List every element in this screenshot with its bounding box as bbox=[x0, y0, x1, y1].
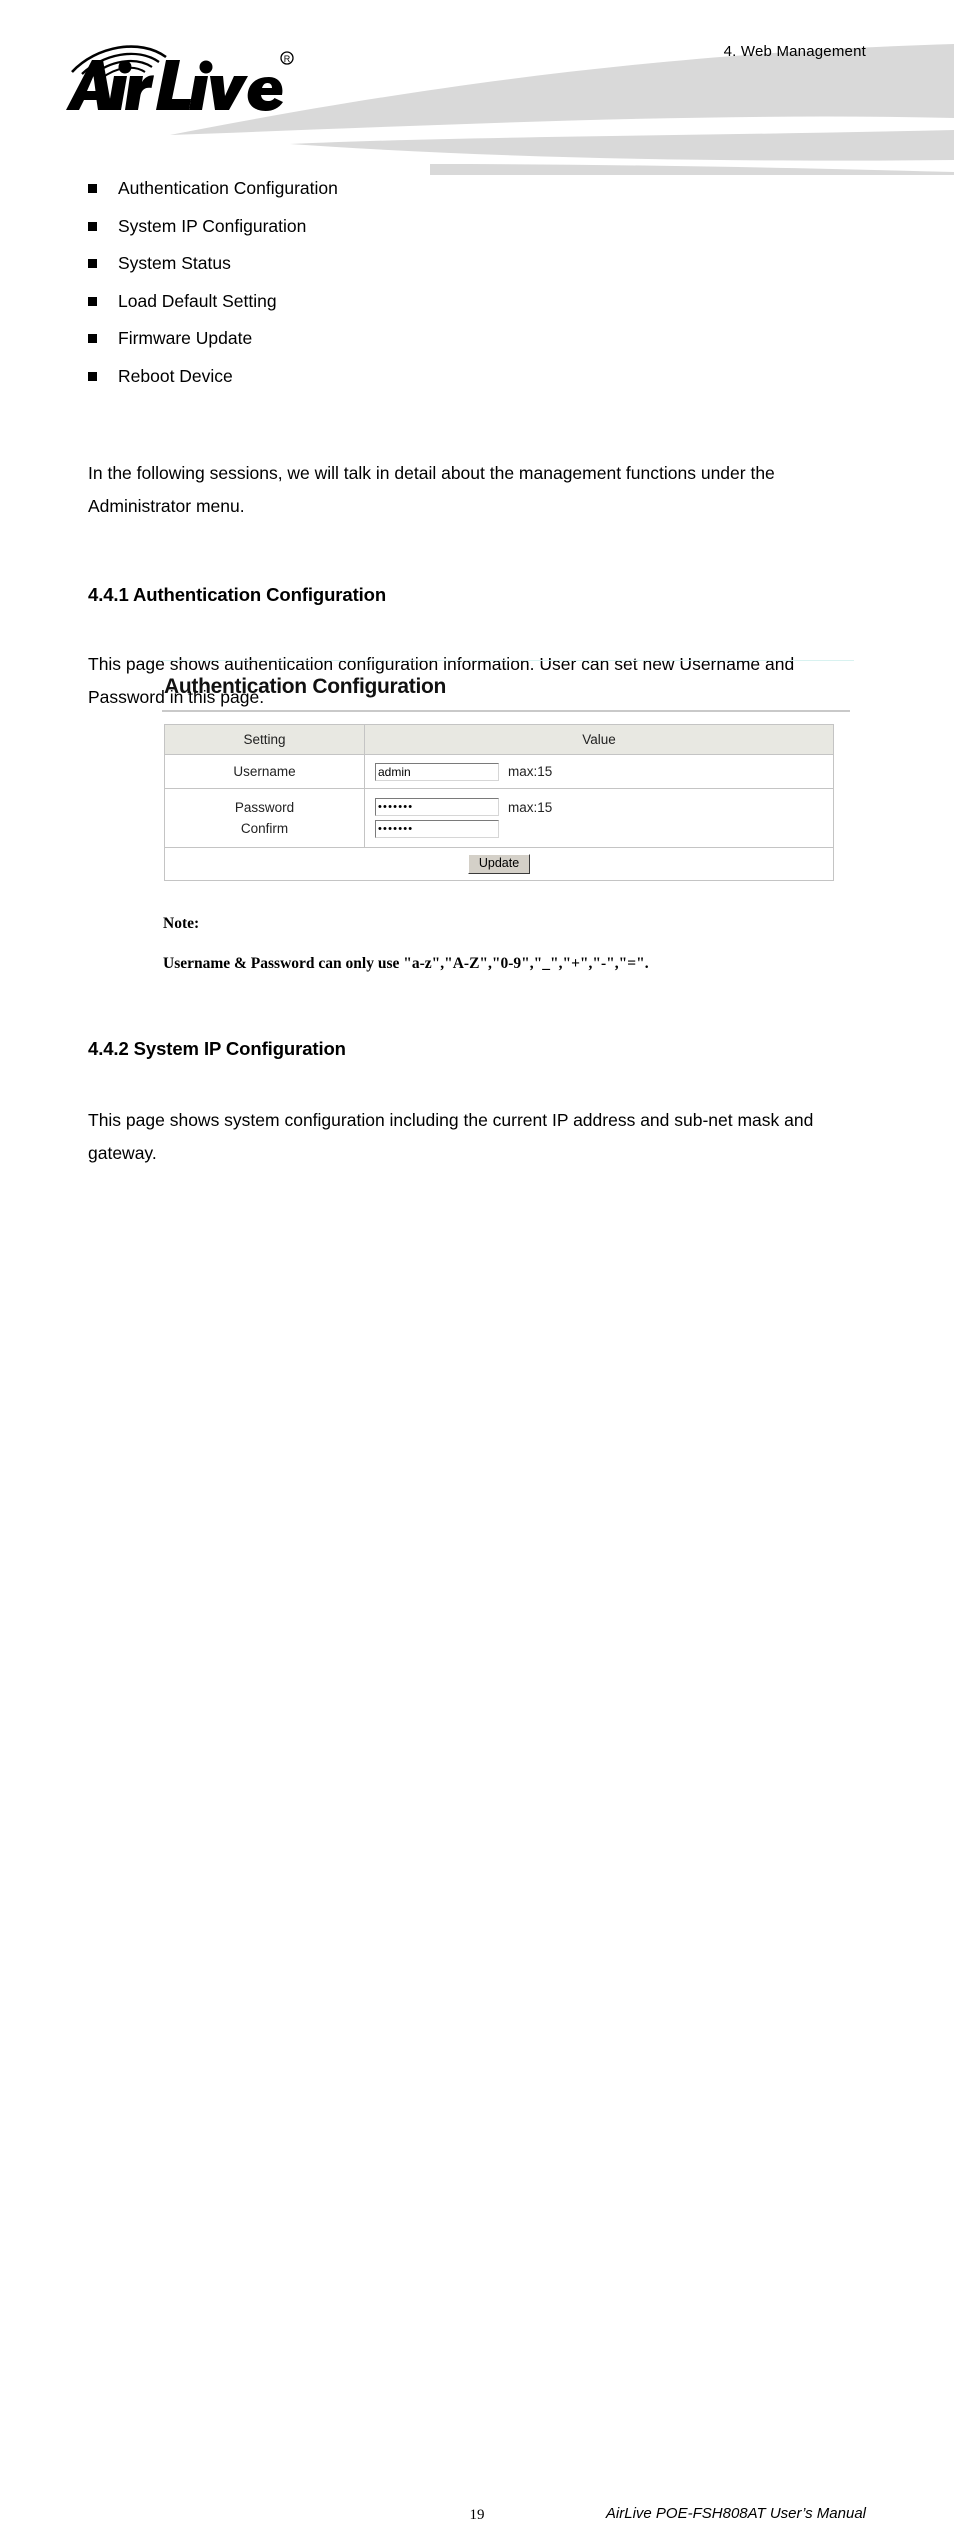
square-bullet-icon bbox=[88, 184, 97, 193]
note-block: Note: Username & Password can only use "… bbox=[163, 915, 649, 973]
square-bullet-icon bbox=[88, 221, 97, 231]
update-button[interactable]: Update bbox=[467, 854, 531, 874]
list-item: Load Default Setting bbox=[0, 283, 954, 321]
square-bullet-icon bbox=[88, 371, 97, 381]
list-item-label: System Status bbox=[118, 253, 231, 273]
value-cell-password: max:15 bbox=[364, 788, 834, 848]
list-item-label: System IP Configuration bbox=[118, 215, 307, 236]
authentication-config-table: Setting Value Username max:15 Password C… bbox=[164, 724, 834, 881]
setting-label-password-confirm: Password Confirm bbox=[164, 788, 365, 848]
username-field-line: max:15 bbox=[375, 762, 833, 781]
setting-label-confirm: Confirm bbox=[240, 821, 289, 836]
list-item-label: Firmware Update bbox=[118, 328, 253, 348]
password-max-note: max:15 bbox=[508, 799, 553, 815]
figure-top-divider bbox=[160, 660, 854, 661]
airlive-logo: R bbox=[66, 45, 294, 111]
list-item-label: Reboot Device bbox=[118, 365, 233, 386]
square-bullet-icon bbox=[88, 296, 97, 306]
page-footer: 19 AirLive POE-FSH808AT User’s Manual bbox=[0, 1250, 954, 2523]
manual-title: AirLive POE-FSH808AT User’s Manual bbox=[605, 2505, 866, 2522]
section-heading-441: 4.4.1 Authentication Configuration bbox=[88, 584, 387, 605]
embedded-ui-title: Authentication Configuration bbox=[164, 675, 447, 698]
value-cell-username: max:15 bbox=[364, 754, 834, 789]
page-header: R 4. Web Management bbox=[0, 0, 954, 175]
confirm-password-input[interactable] bbox=[375, 820, 499, 838]
page-content: Authentication Configuration System IP C… bbox=[0, 170, 954, 714]
list-item: Firmware Update bbox=[0, 320, 954, 358]
note-text: Username & Password can only use "a-z","… bbox=[163, 955, 649, 972]
table-row: Password Confirm max:15 bbox=[164, 788, 834, 848]
table-header-row: Setting Value bbox=[164, 724, 834, 755]
list-item: Authentication Configuration bbox=[0, 170, 954, 208]
password-field-line: max:15 bbox=[375, 798, 833, 816]
confirm-field-line bbox=[375, 820, 833, 838]
username-input[interactable] bbox=[375, 762, 499, 781]
square-bullet-icon bbox=[88, 259, 97, 268]
column-header-setting: Setting bbox=[164, 724, 365, 755]
list-item: System Status bbox=[0, 245, 954, 283]
list-item-label: Authentication Configuration bbox=[118, 178, 338, 198]
embedded-ui-title-rule bbox=[162, 710, 850, 712]
column-header-value: Value bbox=[364, 724, 834, 755]
square-bullet-icon bbox=[88, 334, 97, 343]
section-442: 4.4.2 System IP Configuration This page … bbox=[0, 1038, 954, 1170]
section-442-paragraph: This page shows system configuration inc… bbox=[88, 1110, 814, 1163]
embedded-web-ui-figure: Authentication Configuration Setting Val… bbox=[160, 660, 854, 881]
username-max-note: max:15 bbox=[508, 764, 553, 779]
password-input[interactable] bbox=[375, 798, 499, 816]
table-action-row: Update bbox=[164, 847, 834, 881]
intro-paragraph: In the following sessions, we will talk … bbox=[88, 463, 775, 516]
action-cell: Update bbox=[164, 847, 834, 881]
table-row: Username max:15 bbox=[164, 754, 834, 789]
section-heading-442: 4.4.2 System IP Configuration bbox=[88, 1038, 346, 1059]
list-item-label: Load Default Setting bbox=[118, 290, 277, 311]
list-item: Reboot Device bbox=[0, 358, 954, 396]
setting-label-password: Password bbox=[234, 800, 295, 815]
note-title: Note: bbox=[163, 915, 200, 932]
chapter-label: 4. Web Management bbox=[723, 43, 866, 60]
feature-bullet-list: Authentication Configuration System IP C… bbox=[0, 170, 954, 395]
setting-label-username: Username bbox=[164, 754, 365, 789]
svg-text:R: R bbox=[284, 54, 291, 64]
list-item: System IP Configuration bbox=[0, 208, 954, 246]
